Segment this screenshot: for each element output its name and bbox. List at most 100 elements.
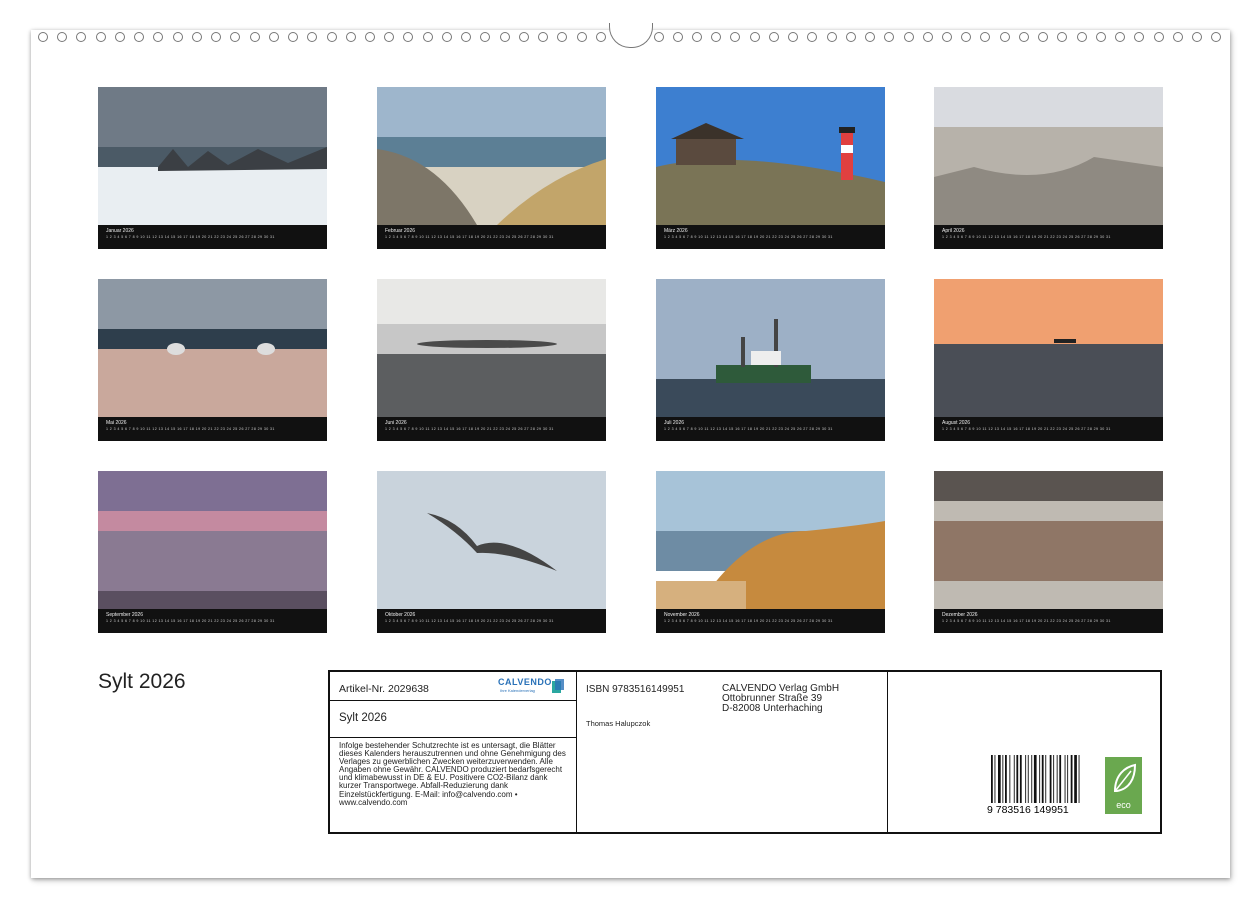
month-page-9: September 2026 1 2 3 4 5 6 7 8 9 10 11 1… xyxy=(98,471,327,633)
binding-ring xyxy=(999,32,1010,42)
month-name: März 2026 xyxy=(664,228,688,234)
binding-ring xyxy=(711,32,722,42)
calendar-title: Sylt 2026 xyxy=(98,670,186,693)
binding-ring xyxy=(461,32,472,42)
month-photo xyxy=(377,279,606,417)
month-calendar-strip: April 2026 1 2 3 4 5 6 7 8 9 10 11 12 13… xyxy=(934,225,1163,249)
month-name: Mai 2026 xyxy=(106,420,127,426)
month-photo xyxy=(377,471,606,609)
month-days: 1 2 3 4 5 6 7 8 9 10 11 12 13 14 15 16 1… xyxy=(385,235,554,239)
month-photo xyxy=(934,279,1163,417)
binding-ring xyxy=(576,32,587,42)
binding-ring xyxy=(826,32,837,42)
binding-ring xyxy=(384,32,395,42)
info-column-left: Artikel-Nr. 2029638 CALVENDO Ihre Kalend… xyxy=(330,672,577,832)
barcode-digits: 9 783516 149951 xyxy=(987,804,1069,815)
binding-ring xyxy=(191,32,202,42)
month-calendar-strip: Dezember 2026 1 2 3 4 5 6 7 8 9 10 11 12… xyxy=(934,609,1163,633)
month-days: 1 2 3 4 5 6 7 8 9 10 11 12 13 14 15 16 1… xyxy=(664,235,833,239)
month-page-6: Juni 2026 1 2 3 4 5 6 7 8 9 10 11 12 13 … xyxy=(377,279,606,441)
article-number: Artikel-Nr. 2029638 xyxy=(339,683,429,695)
month-calendar-strip: August 2026 1 2 3 4 5 6 7 8 9 10 11 12 1… xyxy=(934,417,1163,441)
month-days: 1 2 3 4 5 6 7 8 9 10 11 12 13 14 15 16 1… xyxy=(106,235,275,239)
month-name: September 2026 xyxy=(106,612,143,618)
month-days: 1 2 3 4 5 6 7 8 9 10 11 12 13 14 15 16 1… xyxy=(385,427,554,431)
month-calendar-strip: Mai 2026 1 2 3 4 5 6 7 8 9 10 11 12 13 1… xyxy=(98,417,327,441)
calvendo-flag-icon xyxy=(552,679,564,693)
month-calendar-strip: November 2026 1 2 3 4 5 6 7 8 9 10 11 12… xyxy=(656,609,885,633)
month-page-12: Dezember 2026 1 2 3 4 5 6 7 8 9 10 11 12… xyxy=(934,471,1163,633)
binding-ring xyxy=(288,32,299,42)
binding-ring xyxy=(807,32,818,42)
month-photo xyxy=(98,471,327,609)
binding-ring xyxy=(1134,32,1145,42)
binding-ring xyxy=(1115,32,1126,42)
binding-ring xyxy=(903,32,914,42)
binding-ring xyxy=(1095,32,1106,42)
month-name: August 2026 xyxy=(942,420,971,426)
author: Thomas Halupczok xyxy=(586,719,651,728)
binding-ring xyxy=(153,32,164,42)
month-calendar-strip: Januar 2026 1 2 3 4 5 6 7 8 9 10 11 12 1… xyxy=(98,225,327,249)
binding-ring xyxy=(38,32,48,42)
binding-ring xyxy=(538,32,549,42)
binding-ring xyxy=(441,32,452,42)
binding-ring xyxy=(768,32,779,42)
month-days: 1 2 3 4 5 6 7 8 9 10 11 12 13 14 15 16 1… xyxy=(385,619,554,623)
binding-ring xyxy=(980,32,991,42)
month-name: November 2026 xyxy=(664,612,700,618)
month-calendar-strip: Juni 2026 1 2 3 4 5 6 7 8 9 10 11 12 13 … xyxy=(377,417,606,441)
month-days: 1 2 3 4 5 6 7 8 9 10 11 12 13 14 15 16 1… xyxy=(942,427,1111,431)
binding-ring xyxy=(345,32,356,42)
month-calendar-strip: Juli 2026 1 2 3 4 5 6 7 8 9 10 11 12 13 … xyxy=(656,417,885,441)
month-photo xyxy=(656,471,885,609)
month-calendar-strip: März 2026 1 2 3 4 5 6 7 8 9 10 11 12 13 … xyxy=(656,225,885,249)
binding-ring xyxy=(230,32,241,42)
calvendo-logo: CALVENDO xyxy=(498,677,552,687)
binding-ring xyxy=(884,32,895,42)
month-name: Dezember 2026 xyxy=(942,612,978,618)
binding-ring xyxy=(211,32,222,42)
binding-ring xyxy=(961,32,972,42)
binding-ring xyxy=(499,32,510,42)
binding-ring xyxy=(691,32,702,42)
isbn: ISBN 9783516149951 xyxy=(586,684,685,695)
month-page-7: Juli 2026 1 2 3 4 5 6 7 8 9 10 11 12 13 … xyxy=(656,279,885,441)
month-name: Juni 2026 xyxy=(385,420,407,426)
month-page-11: November 2026 1 2 3 4 5 6 7 8 9 10 11 12… xyxy=(656,471,885,633)
binding-ring xyxy=(480,32,491,42)
calvendo-tagline: Ihre Kalenderverlag xyxy=(500,688,535,693)
binding-ring xyxy=(730,32,741,42)
binding-ring xyxy=(1076,32,1087,42)
article-row: Artikel-Nr. 2029638 CALVENDO Ihre Kalend… xyxy=(330,672,576,701)
binding-ring xyxy=(1057,32,1068,42)
month-name: Februar 2026 xyxy=(385,228,416,234)
barcode: 9 783516 149951 xyxy=(987,755,1080,815)
binding-ring xyxy=(922,32,933,42)
info-column-middle: ISBN 9783516149951 Thomas Halupczok CALV… xyxy=(576,672,888,832)
month-calendar-strip: Oktober 2026 1 2 3 4 5 6 7 8 9 10 11 12 … xyxy=(377,609,606,633)
info-box: Artikel-Nr. 2029638 CALVENDO Ihre Kalend… xyxy=(328,670,1162,834)
month-page-2: Februar 2026 1 2 3 4 5 6 7 8 9 10 11 12 … xyxy=(377,87,606,249)
binding-ring xyxy=(57,32,68,42)
binding-ring xyxy=(1153,32,1164,42)
month-photo xyxy=(934,471,1163,609)
month-name: Juli 2026 xyxy=(664,420,685,426)
publisher-address: CALVENDO Verlag GmbH Ottobrunner Straße … xyxy=(722,684,839,714)
month-photo xyxy=(98,87,327,225)
leaf-icon xyxy=(1113,763,1137,792)
publisher-city: D-82008 Unterhaching xyxy=(722,703,823,714)
binding-ring xyxy=(114,32,125,42)
month-page-4: April 2026 1 2 3 4 5 6 7 8 9 10 11 12 13… xyxy=(934,87,1163,249)
binding-ring xyxy=(672,32,683,42)
subtitle-row: Sylt 2026 xyxy=(330,700,576,738)
binding-ring xyxy=(422,32,433,42)
binding-ring xyxy=(249,32,260,42)
binding-ring xyxy=(268,32,279,42)
binding-ring xyxy=(749,32,760,42)
binding-ring xyxy=(95,32,106,42)
month-photo xyxy=(656,87,885,225)
month-photo xyxy=(98,279,327,417)
eco-badge: eco xyxy=(1105,757,1142,814)
eco-label: eco xyxy=(1116,800,1131,810)
